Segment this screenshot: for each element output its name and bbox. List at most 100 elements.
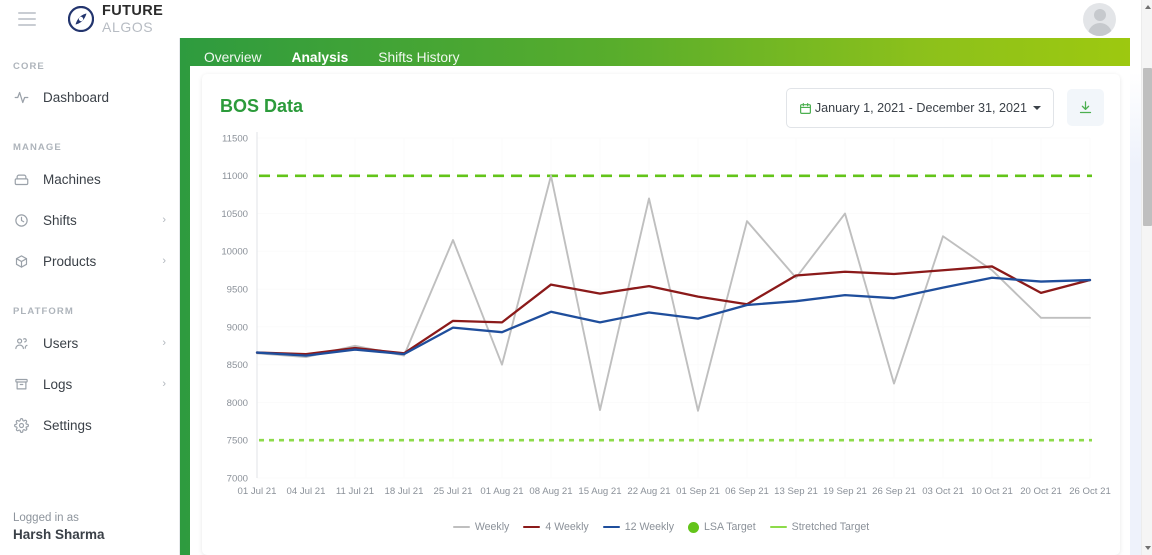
y-axis-tick-label: 11500 xyxy=(222,133,248,144)
x-axis-tick-label: 13 Sep 21 xyxy=(774,486,818,497)
x-axis-tick-label: 04 Jul 21 xyxy=(287,486,326,497)
avatar[interactable] xyxy=(1083,3,1116,36)
legend-label: LSA Target xyxy=(704,521,756,533)
x-axis-tick-label: 06 Sep 21 xyxy=(725,486,769,497)
app-root: FUTURE ALGOS Overview Analysis Shifts Hi… xyxy=(0,0,1152,555)
legend-label: Stretched Target xyxy=(791,521,870,533)
x-axis-tick-label: 26 Sep 21 xyxy=(872,486,916,497)
sidebar-item-label: Settings xyxy=(43,417,92,433)
brand-name-secondary: ALGOS xyxy=(102,18,154,35)
sidebar-item-logs[interactable]: Logs › xyxy=(0,369,179,399)
legend-label: 4 Weekly xyxy=(545,521,589,533)
sidebar-section-manage: MANAGE xyxy=(13,142,62,153)
users-icon xyxy=(13,335,30,352)
activity-icon xyxy=(13,89,30,106)
scrollbar-thumb[interactable] xyxy=(1143,68,1152,226)
chevron-right-icon: › xyxy=(162,336,166,349)
legend-label: Weekly xyxy=(474,521,510,533)
y-axis-tick-label: 7000 xyxy=(227,473,248,484)
y-axis-tick-label: 10000 xyxy=(221,247,248,258)
chart-legend: Weekly 4 Weekly 12 Weekly LSA Target Stretch… xyxy=(202,521,1120,533)
legend-dot-marker xyxy=(688,521,699,533)
calendar-icon xyxy=(799,102,812,115)
x-axis-tick-label: 20 Oct 21 xyxy=(1020,486,1062,497)
sidebar-item-settings[interactable]: Settings xyxy=(0,410,179,440)
x-axis-tick-label: 22 Aug 21 xyxy=(627,486,670,497)
y-axis-tick-label: 9000 xyxy=(227,322,248,333)
y-axis-tick-label: 10500 xyxy=(221,209,248,220)
legend-line-marker xyxy=(602,525,620,529)
card-header: BOS Data January 1, 2021 - December 31, … xyxy=(202,74,1120,136)
sidebar-item-label: Shifts xyxy=(43,212,77,228)
logged-in-label: Logged in as xyxy=(13,512,79,524)
sidebar: CORE Dashboard MANAGE Machines Shifts › xyxy=(0,38,180,555)
legend-label: 12 Weekly xyxy=(624,521,674,533)
series-line-weekly xyxy=(256,174,1091,412)
x-axis-tick-label: 19 Sep 21 xyxy=(823,486,867,497)
future-algos-mark-icon xyxy=(67,5,95,33)
x-axis-tick-label: 10 Oct 21 xyxy=(971,486,1013,497)
tab-shifts-history[interactable]: Shifts History xyxy=(376,48,461,67)
sidebar-item-dashboard[interactable]: Dashboard xyxy=(0,82,179,112)
sidebar-item-label: Machines xyxy=(43,171,101,187)
series-line-4-weekly xyxy=(255,265,1092,356)
gear-icon xyxy=(13,417,30,434)
legend-line-marker xyxy=(523,525,541,529)
legend-item-weekly[interactable]: Weekly xyxy=(452,521,510,533)
x-axis-tick-label: 01 Sep 21 xyxy=(676,486,720,497)
chevron-right-icon: › xyxy=(162,213,166,226)
x-axis-tick-label: 01 Jul 21 xyxy=(238,486,277,497)
legend-item-4-weekly[interactable]: 4 Weekly xyxy=(523,521,589,533)
sidebar-item-shifts[interactable]: Shifts › xyxy=(0,205,179,235)
sidebar-item-users[interactable]: Users › xyxy=(0,328,179,358)
sidebar-item-label: Products xyxy=(43,253,97,269)
date-range-value: January 1, 2021 - December 31, 2021 xyxy=(814,101,1027,115)
avatar-body-icon xyxy=(1087,23,1112,36)
x-axis-tick-label: 01 Aug 21 xyxy=(480,486,523,497)
sidebar-item-label: Dashboard xyxy=(43,89,110,105)
scroll-down-arrow-icon[interactable] xyxy=(1144,546,1151,550)
logged-in-block: Logged in as Harsh Sharma xyxy=(13,512,105,542)
chevron-right-icon: › xyxy=(162,377,166,390)
y-axis-tick-label: 9500 xyxy=(227,285,248,296)
scroll-up-arrow-icon[interactable] xyxy=(1144,5,1151,9)
vertical-scrollbar[interactable] xyxy=(1141,0,1152,555)
chevron-right-icon: › xyxy=(162,254,166,267)
legend-line-marker xyxy=(452,525,470,529)
download-button[interactable] xyxy=(1067,89,1104,126)
clock-icon xyxy=(13,212,30,229)
x-axis-tick-label: 25 Jul 21 xyxy=(434,486,473,497)
legend-item-stretched-target[interactable]: Stretched Target xyxy=(769,521,870,533)
box-icon xyxy=(13,253,30,270)
x-axis-tick-label: 18 Jul 21 xyxy=(385,486,424,497)
page-right-edge xyxy=(1130,0,1141,555)
x-axis-tick-label: 03 Oct 21 xyxy=(922,486,964,497)
sidebar-section-platform: PLATFORM xyxy=(13,306,74,317)
archive-icon xyxy=(13,376,30,393)
bos-data-card: BOS Data January 1, 2021 - December 31, … xyxy=(202,74,1120,555)
x-axis-tick-label: 26 Oct 21 xyxy=(1069,486,1111,497)
sidebar-item-products[interactable]: Products › xyxy=(0,246,179,276)
logged-in-user-name: Harsh Sharma xyxy=(13,527,105,542)
legend-line-marker xyxy=(769,525,787,529)
chart-svg: 7000 7500 8000 8500 9000 9500 10000 10500 11000 1… xyxy=(221,132,1111,497)
x-axis-tick-label: 08 Aug 21 xyxy=(529,486,572,497)
hamburger-icon[interactable] xyxy=(18,12,36,26)
tab-overview[interactable]: Overview xyxy=(202,48,264,67)
y-axis-tick-label: 8500 xyxy=(227,360,248,371)
sidebar-item-label: Logs xyxy=(43,376,73,392)
date-range-picker[interactable]: January 1, 2021 - December 31, 2021 xyxy=(785,88,1054,128)
sidebar-item-machines[interactable]: Machines xyxy=(0,164,179,194)
sidebar-section-core: CORE xyxy=(13,61,45,72)
chevron-down-icon xyxy=(1033,106,1041,110)
bos-data-chart: 7000 7500 8000 8500 9000 9500 10000 10500 11000 1… xyxy=(202,130,1120,555)
brand-logo: FUTURE ALGOS xyxy=(67,3,164,35)
legend-item-lsa-target[interactable]: LSA Target xyxy=(688,521,756,533)
legend-item-12-weekly[interactable]: 12 Weekly xyxy=(602,521,674,533)
x-axis-tick-label: 15 Aug 21 xyxy=(578,486,621,497)
tab-bar: Overview Analysis Shifts History xyxy=(202,38,462,76)
tab-analysis[interactable]: Analysis xyxy=(290,48,351,67)
y-axis-tick-label: 8000 xyxy=(227,398,248,409)
y-axis-tick-label: 7500 xyxy=(227,436,248,447)
brand-name-primary: FUTURE xyxy=(102,3,164,20)
